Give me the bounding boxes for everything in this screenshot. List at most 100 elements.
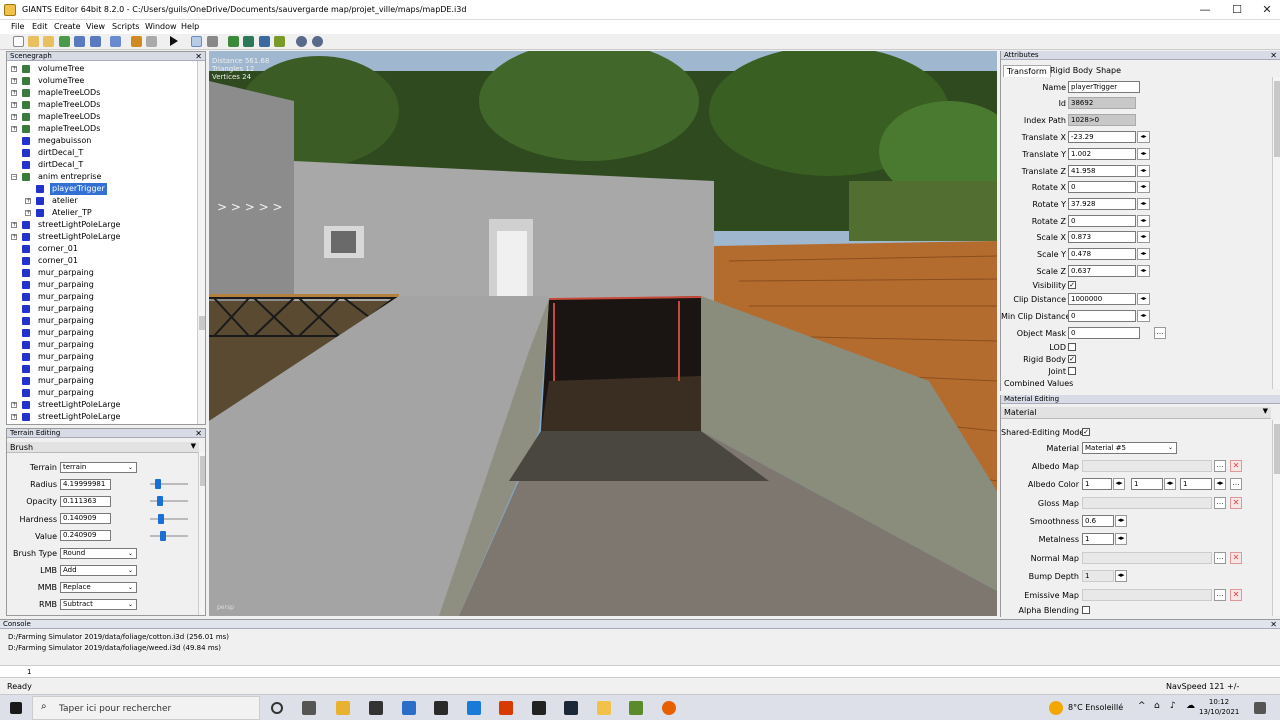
translate-y-input[interactable]: 1.002 — [1068, 148, 1136, 160]
opacity-slider[interactable] — [150, 500, 188, 502]
normal-map-browse-button[interactable]: … — [1214, 552, 1226, 564]
collapse-icon[interactable]: ▼ — [1263, 407, 1268, 415]
foliage-tool-icon[interactable] — [259, 36, 270, 47]
firefox-icon[interactable] — [662, 701, 676, 715]
smoothness-spinner[interactable]: ◂▸ — [1115, 515, 1127, 527]
albedo-map-input[interactable] — [1082, 460, 1212, 472]
minimize-button[interactable]: — — [1190, 0, 1220, 20]
menu-file[interactable]: File — [11, 22, 24, 31]
material-scrollbar[interactable] — [1272, 420, 1280, 616]
gloss-map-browse-button[interactable]: … — [1214, 497, 1226, 509]
brush-section[interactable]: Brush ▼ — [7, 442, 199, 453]
expand-icon[interactable]: + — [11, 402, 17, 408]
expand-icon[interactable]: + — [11, 114, 17, 120]
scale-z-spinner[interactable]: ◂▸ — [1137, 265, 1150, 277]
albedo-map-browse-button[interactable]: … — [1214, 460, 1226, 472]
close-icon[interactable]: ✕ — [195, 52, 202, 61]
farming-simulator-icon[interactable] — [629, 701, 643, 715]
rotate-x-spinner[interactable]: ◂▸ — [1137, 181, 1150, 193]
translate-z-spinner[interactable]: ◂▸ — [1137, 165, 1150, 177]
epic-games-icon[interactable] — [532, 701, 546, 715]
save-icon[interactable] — [74, 36, 85, 47]
emissive-map-clear-icon[interactable]: ✕ — [1230, 589, 1242, 601]
lod-checkbox[interactable] — [1068, 343, 1076, 351]
brush-type-select[interactable]: Round ⌄ — [60, 548, 137, 559]
skype-icon[interactable] — [467, 701, 481, 715]
options-icon[interactable] — [312, 36, 323, 47]
rotate-x-input[interactable]: 0 — [1068, 181, 1136, 193]
undo-icon[interactable] — [131, 36, 142, 47]
notifications-icon[interactable] — [1254, 702, 1266, 714]
steam-icon[interactable] — [564, 701, 578, 715]
close-button[interactable]: ✕ — [1252, 0, 1280, 20]
translate-y-spinner[interactable]: ◂▸ — [1137, 148, 1150, 160]
albedo-color-r-input[interactable]: 1 — [1082, 478, 1112, 490]
scrollbar-thumb[interactable] — [1274, 81, 1280, 157]
albedo-map-clear-icon[interactable]: ✕ — [1230, 460, 1242, 472]
translate-x-spinner[interactable]: ◂▸ — [1137, 131, 1150, 143]
menu-scripts[interactable]: Scripts — [112, 22, 139, 31]
clip-distance-input[interactable]: 1000000 — [1068, 293, 1136, 305]
metalness-input[interactable]: 1 — [1082, 533, 1114, 545]
tab-transform[interactable]: Transform — [1003, 65, 1051, 77]
menu-create[interactable]: Create — [54, 22, 81, 31]
normal-map-clear-icon[interactable]: ✕ — [1230, 552, 1242, 564]
office-icon[interactable] — [499, 701, 513, 715]
scrollbar-thumb[interactable] — [200, 456, 205, 486]
rotate-z-input[interactable]: 0 — [1068, 215, 1136, 227]
name-input[interactable]: playerTrigger — [1068, 81, 1140, 93]
new-file-icon[interactable] — [13, 36, 24, 47]
save-as-icon[interactable] — [90, 36, 101, 47]
menu-help[interactable]: Help — [181, 22, 199, 31]
albedo-color-pick-button[interactable]: … — [1230, 478, 1242, 490]
scene-render[interactable]: > > > > > — [209, 51, 997, 616]
opacity-slider-handle[interactable] — [156, 496, 163, 506]
scale-y-spinner[interactable]: ◂▸ — [1137, 248, 1150, 260]
albedo-color-b-spinner[interactable]: ◂▸ — [1214, 478, 1226, 490]
emissive-map-browse-button[interactable]: … — [1214, 589, 1226, 601]
rmb-select[interactable]: Subtract ⌄ — [60, 599, 137, 610]
expand-icon[interactable]: + — [11, 78, 17, 84]
opacity-input[interactable]: 0.111363 — [60, 496, 111, 507]
object-mask-button[interactable]: ... — [1154, 327, 1166, 339]
gloss-map-clear-icon[interactable]: ✕ — [1230, 497, 1242, 509]
albedo-color-g-input[interactable]: 1 — [1131, 478, 1163, 490]
rotate-z-spinner[interactable]: ◂▸ — [1137, 215, 1150, 227]
bump-depth-input[interactable]: 1 — [1082, 570, 1114, 582]
windows-start-icon[interactable] — [10, 702, 22, 714]
collapse-icon[interactable]: − — [11, 174, 17, 180]
expand-icon[interactable]: + — [11, 414, 17, 420]
tab-shape[interactable]: Shape — [1093, 65, 1124, 77]
open-recent-icon[interactable] — [43, 36, 54, 47]
expand-icon[interactable]: + — [11, 66, 17, 72]
menu-view[interactable]: View — [86, 22, 105, 31]
expand-icon[interactable]: + — [25, 198, 31, 204]
terrain-scrollbar[interactable] — [198, 452, 205, 615]
store-icon[interactable] — [369, 701, 383, 715]
attributes-scrollbar[interactable] — [1272, 77, 1280, 389]
chevron-up-icon[interactable]: ^ — [1138, 701, 1146, 711]
task-view-icon[interactable] — [302, 701, 316, 715]
visibility-checkbox[interactable]: ✓ — [1068, 281, 1076, 289]
hardness-slider-handle[interactable] — [158, 514, 165, 524]
min-clip-distance-spinner[interactable]: ◂▸ — [1137, 310, 1150, 322]
terrain-select[interactable]: terrain ⌄ — [60, 462, 137, 473]
redo-icon[interactable] — [146, 36, 157, 47]
console-input[interactable]: 1 — [0, 665, 1280, 678]
min-clip-distance-input[interactable]: 0 — [1068, 310, 1136, 322]
volume-icon[interactable]: ♪ — [1170, 701, 1176, 711]
albedo-color-g-spinner[interactable]: ◂▸ — [1164, 478, 1176, 490]
scale-y-input[interactable]: 0.478 — [1068, 248, 1136, 260]
metalness-spinner[interactable]: ◂▸ — [1115, 533, 1127, 545]
clip-distance-spinner[interactable]: ◂▸ — [1137, 293, 1150, 305]
mail-icon[interactable] — [402, 701, 416, 715]
weather-text[interactable]: 8°C Ensoleillé — [1068, 703, 1123, 712]
scale-z-input[interactable]: 0.637 — [1068, 265, 1136, 277]
file-explorer-icon[interactable] — [336, 701, 350, 715]
hardness-slider[interactable] — [150, 518, 188, 520]
play-icon[interactable] — [170, 36, 178, 46]
search-box[interactable]: ⌕ Taper ici pour rechercher — [32, 696, 260, 720]
rotate-y-spinner[interactable]: ◂▸ — [1137, 198, 1150, 210]
settings-icon[interactable] — [296, 36, 307, 47]
scale-x-input[interactable]: 0.873 — [1068, 231, 1136, 243]
